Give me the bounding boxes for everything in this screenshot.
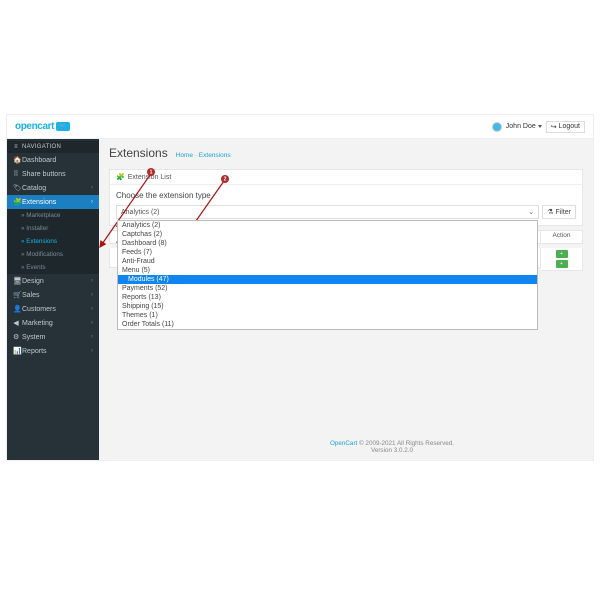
nav-icon: ⠿ (13, 170, 19, 178)
install-button[interactable]: + (556, 250, 568, 258)
user-menu[interactable]: John Doe (506, 123, 542, 130)
sidebar-subitem-extensions[interactable]: » Extensions (7, 235, 99, 248)
version-text: Version 3.0.2.0 (371, 447, 413, 454)
option-feeds[interactable]: Feeds (7) (118, 248, 537, 257)
choose-type-label: Choose the extension type (116, 191, 576, 200)
footer-link[interactable]: OpenCart (330, 440, 357, 447)
breadcrumb-home[interactable]: Home (176, 152, 193, 159)
panel-header: 🧩 Extension List (110, 170, 582, 185)
option-order[interactable]: Order Totals (11) (118, 320, 537, 329)
logout-button[interactable]: ↪ Logout (546, 121, 585, 133)
extension-list-panel: 🧩 Extension List Choose the extension ty… (109, 169, 583, 226)
action-column-header: Action (541, 230, 583, 244)
nav-icon: 🏷 (13, 184, 19, 192)
chevron-right-icon: › (91, 348, 93, 354)
chevron-right-icon: › (91, 292, 93, 298)
chevron-right-icon: › (91, 199, 93, 205)
chevron-down-icon (538, 125, 542, 128)
extension-type-dropdown[interactable]: Analytics (2)Captchas (2)Dashboard (8)Fe… (117, 220, 538, 330)
nav-icon: ⚙ (13, 333, 19, 341)
install-button[interactable]: + (556, 260, 568, 268)
option-captchas[interactable]: Captchas (2) (118, 230, 537, 239)
filter-button[interactable]: ⚗ Filter (542, 205, 576, 219)
option-anti-fraud[interactable]: Anti-Fraud (118, 257, 537, 266)
sidebar-subitem-marketplace[interactable]: » Marketplace (7, 209, 99, 222)
brand-logo[interactable]: opencart 🛒 (15, 121, 70, 132)
page-title: Extensions (109, 146, 168, 160)
chevron-right-icon: › (91, 306, 93, 312)
sidebar-subitem-modifications[interactable]: » Modifications (7, 248, 99, 261)
chevron-right-icon: › (91, 185, 93, 191)
sidebar-item-system[interactable]: ⚙System› (7, 330, 99, 344)
option-menu[interactable]: Menu (5) (118, 266, 537, 275)
sidebar-item-extensions[interactable]: 🧩Extensions› (7, 195, 99, 209)
nav-heading: ≡ NAVIGATION (7, 141, 99, 153)
nav-icon: 👤 (13, 305, 19, 313)
sidebar-item-design[interactable]: 🖥Design› (7, 274, 99, 288)
sidebar-subitem-installer[interactable]: » Installer (7, 222, 99, 235)
option-themes[interactable]: Themes (1) (118, 311, 537, 320)
option-analytics[interactable]: Analytics (2) (118, 221, 537, 230)
menu-icon: ≡ (13, 144, 19, 150)
option-reports[interactable]: Reports (13) (118, 293, 537, 302)
app-header: opencart 🛒 John Doe ↪ Logout (7, 115, 593, 139)
extension-type-select[interactable]: Analytics (2) ⌄ Analytics (2)Captchas (2… (116, 205, 539, 219)
breadcrumb-current[interactable]: Extensions (199, 152, 231, 159)
nav-icon: 📊 (13, 347, 19, 355)
option-dashboard[interactable]: Dashboard (8) (118, 239, 537, 248)
nav-icon: 🛒 (13, 291, 19, 299)
cart-icon: 🛒 (56, 122, 70, 131)
sidebar-item-sales[interactable]: 🛒Sales› (7, 288, 99, 302)
nav-icon: 🖥 (13, 277, 19, 285)
action-cell: + + (541, 248, 583, 271)
option-modules[interactable]: Modules (47) (118, 275, 537, 284)
option-shipping[interactable]: Shipping (15) (118, 302, 537, 311)
sidebar-item-marketing[interactable]: ◀Marketing› (7, 316, 99, 330)
sidebar-item-reports[interactable]: 📊Reports› (7, 344, 99, 358)
brand-name: opencart (15, 121, 54, 132)
sidebar-item-dashboard[interactable]: 🏠Dashboard (7, 153, 99, 167)
sidebar-subitem-events[interactable]: » Events (7, 261, 99, 274)
footer: OpenCart © 2009-2021 All Rights Reserved… (191, 440, 593, 454)
nav-icon: ◀ (13, 319, 19, 327)
sidebar: ≡ NAVIGATION 🏠Dashboard⠿Share buttons🏷Ca… (7, 139, 99, 460)
sidebar-item-share-buttons[interactable]: ⠿Share buttons (7, 167, 99, 181)
sidebar-item-customers[interactable]: 👤Customers› (7, 302, 99, 316)
logout-icon: ↪ (551, 123, 557, 131)
chevron-right-icon: › (91, 334, 93, 340)
chevron-right-icon: › (91, 320, 93, 326)
option-payments[interactable]: Payments (52) (118, 284, 537, 293)
chevron-right-icon: › (91, 278, 93, 284)
avatar[interactable] (492, 122, 502, 132)
sidebar-item-catalog[interactable]: 🏷Catalog› (7, 181, 99, 195)
breadcrumb: Home · Extensions (176, 152, 231, 159)
nav-icon: 🧩 (13, 198, 19, 206)
extension-icon: 🧩 (116, 173, 125, 181)
filter-icon: ⚗ (547, 208, 553, 216)
nav-icon: 🏠 (13, 156, 19, 164)
chevron-down-icon: ⌄ (528, 208, 534, 216)
main-content: Extensions Home · Extensions 🧩 Extension… (99, 139, 593, 460)
